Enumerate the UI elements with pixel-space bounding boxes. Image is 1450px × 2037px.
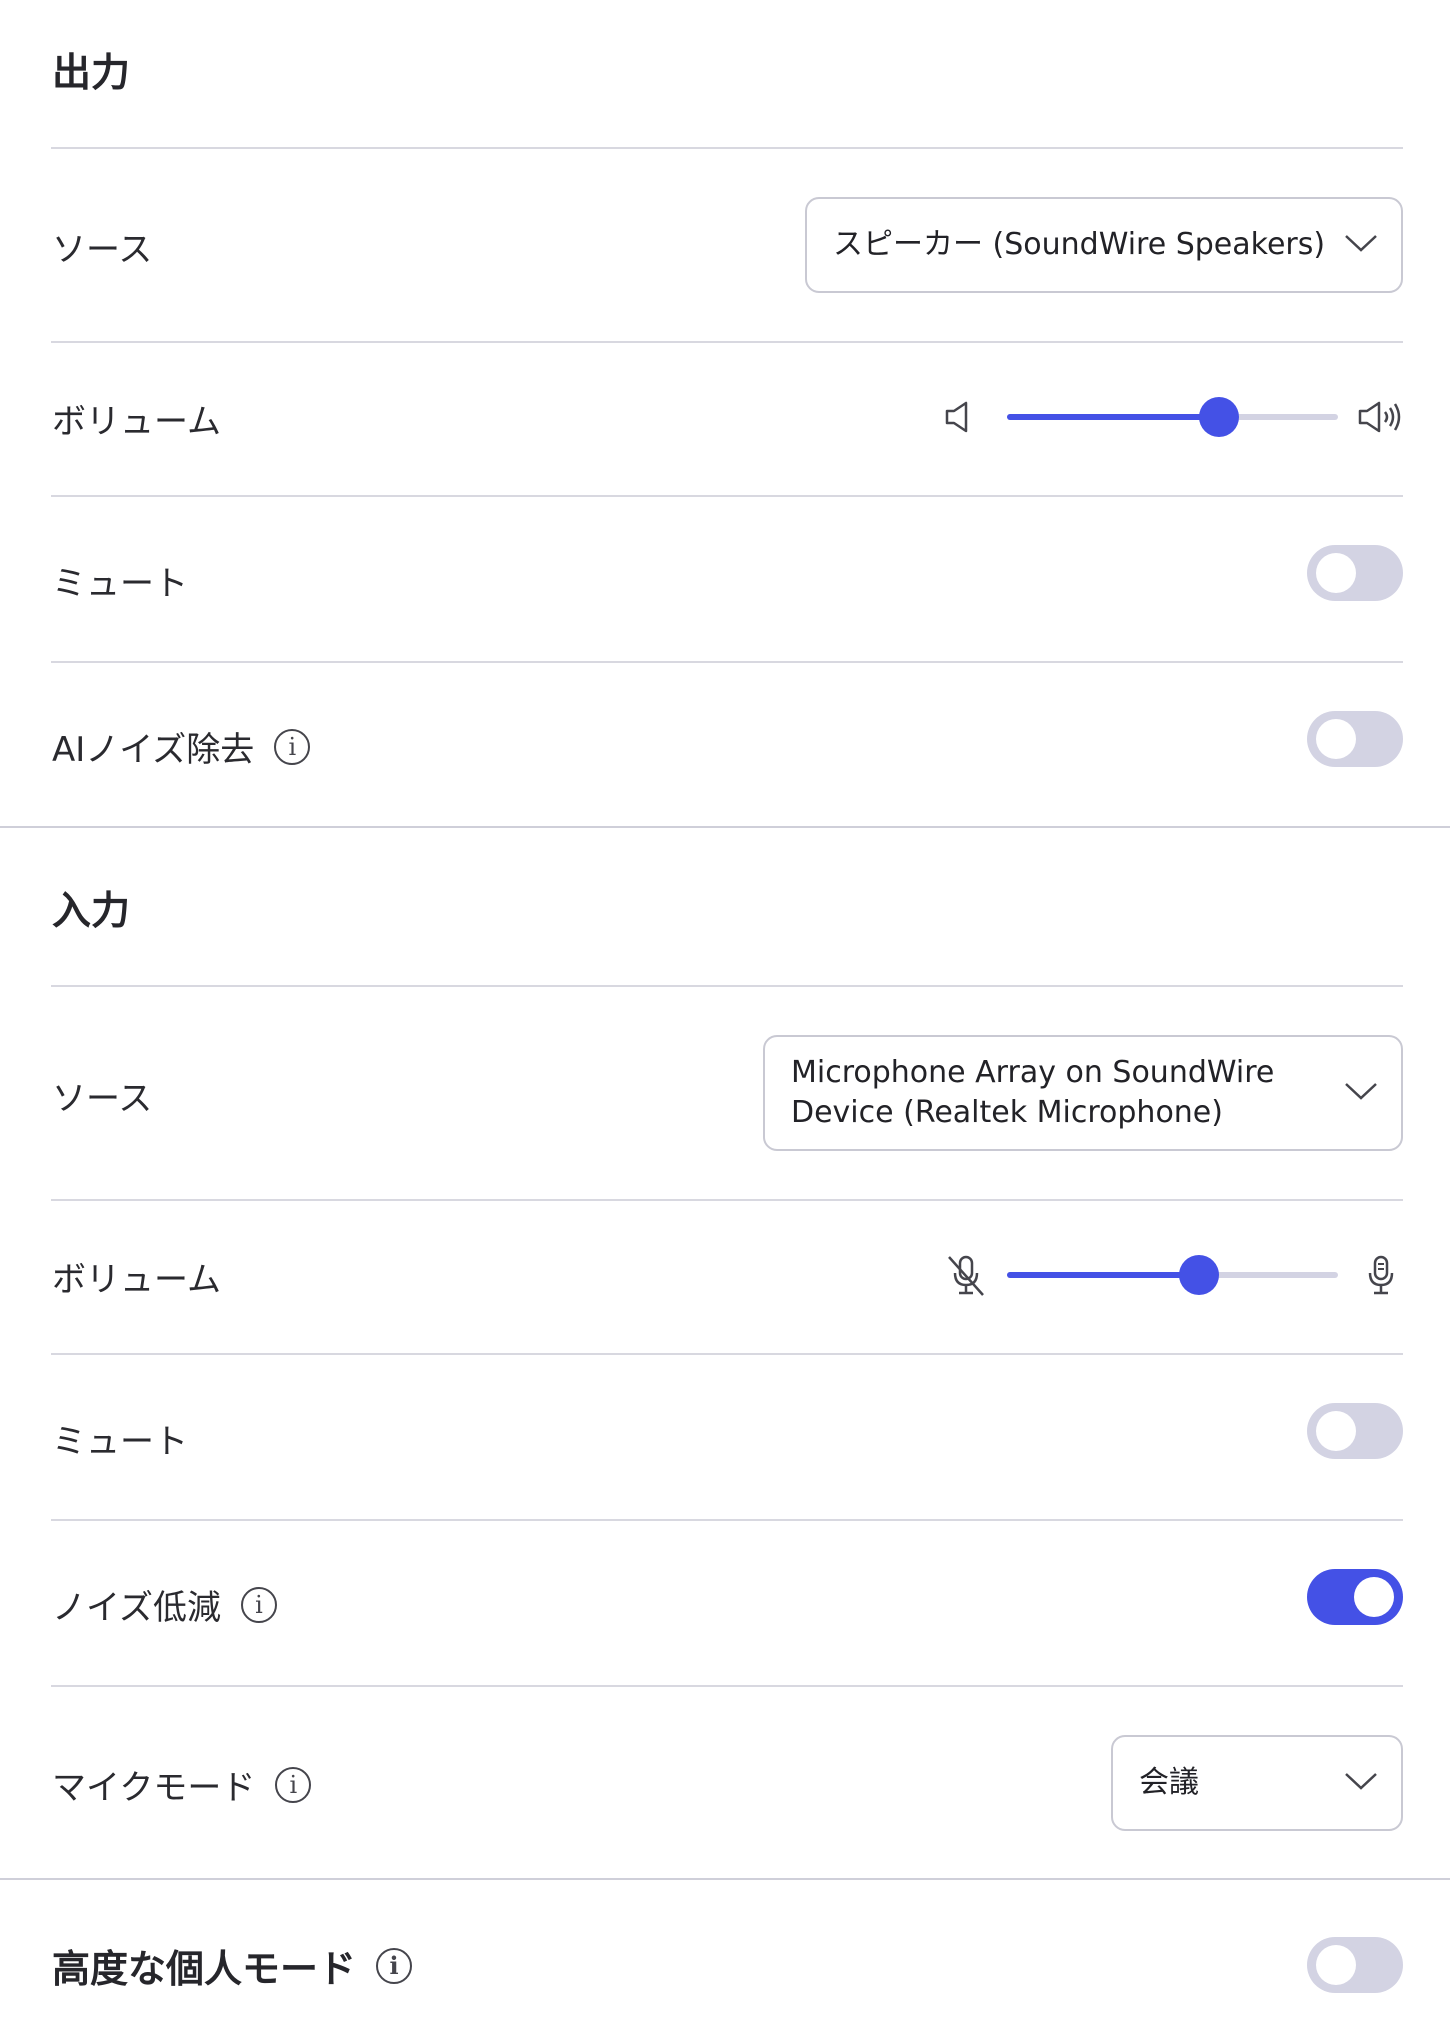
noise-reduction-row: ノイズ低減 i: [52, 1580, 277, 1629]
divider: [51, 1519, 1403, 1521]
chevron-down-icon: [1345, 235, 1377, 252]
divider: [51, 985, 1403, 987]
input-source-value: Microphone Array on SoundWire Device (Re…: [791, 1053, 1274, 1133]
input-heading: 入力: [52, 889, 131, 934]
mic-mode-select[interactable]: 会議: [1111, 1735, 1403, 1831]
ai-noise-toggle[interactable]: [1307, 711, 1403, 767]
mic-mode-label: マイクモード: [52, 1768, 256, 1808]
microphone-icon: [1368, 1255, 1394, 1295]
ai-noise-row: AIノイズ除去 i: [52, 722, 311, 771]
divider: [51, 147, 1403, 149]
divider: [51, 495, 1403, 497]
mic-mode-value: 会議: [1139, 1765, 1199, 1800]
mic-mode-row: マイクモード i: [52, 1760, 312, 1809]
toggle-knob: [1316, 553, 1356, 593]
output-mute-toggle[interactable]: [1307, 545, 1403, 601]
info-icon[interactable]: i: [274, 728, 311, 765]
input-source-value-line1: Microphone Array on SoundWire: [791, 1055, 1275, 1090]
output-mute-label: ミュート: [52, 564, 188, 604]
speaker-high-icon: [1358, 401, 1401, 433]
slider-fill: [1007, 414, 1219, 420]
output-heading: 出力: [52, 51, 131, 96]
divider: [51, 1199, 1403, 1201]
info-icon[interactable]: i: [240, 1586, 277, 1623]
divider: [51, 341, 1403, 343]
advanced-mode-toggle[interactable]: [1307, 1937, 1403, 1993]
output-source-value: スピーカー (SoundWire Speakers): [833, 227, 1326, 262]
noise-reduction-label: ノイズ低減: [52, 1588, 221, 1628]
divider: [51, 661, 1403, 663]
output-source-select[interactable]: スピーカー (SoundWire Speakers): [805, 197, 1403, 293]
slider-thumb[interactable]: [1199, 397, 1239, 437]
input-volume-label: ボリューム: [52, 1260, 221, 1300]
output-volume-label: ボリューム: [52, 402, 221, 442]
toggle-knob: [1316, 1411, 1356, 1451]
input-source-value-line2: Device (Realtek Microphone): [791, 1095, 1223, 1130]
ai-noise-label: AIノイズ除去: [52, 730, 255, 770]
info-icon[interactable]: i: [275, 1766, 312, 1803]
advanced-mode-label: 高度な個人モード: [52, 1947, 357, 1991]
speaker-low-icon: [945, 401, 968, 433]
noise-reduction-toggle[interactable]: [1307, 1569, 1403, 1625]
slider-thumb[interactable]: [1179, 1255, 1219, 1295]
divider: [51, 1353, 1403, 1355]
output-volume-slider[interactable]: [1007, 397, 1338, 437]
input-source-label: ソース: [52, 1079, 153, 1119]
advanced-row: 高度な個人モード i: [52, 1938, 413, 1993]
input-volume-slider[interactable]: [1007, 1255, 1338, 1295]
chevron-down-icon: [1345, 1083, 1377, 1100]
output-source-label: ソース: [52, 230, 153, 270]
input-source-select[interactable]: Microphone Array on SoundWire Device (Re…: [763, 1035, 1403, 1151]
input-mute-toggle[interactable]: [1307, 1403, 1403, 1459]
toggle-knob: [1316, 719, 1356, 759]
toggle-knob: [1354, 1577, 1394, 1617]
microphone-off-icon: [948, 1255, 984, 1296]
slider-fill: [1007, 1272, 1199, 1278]
section-divider: [0, 1878, 1450, 1880]
input-mute-label: ミュート: [52, 1422, 188, 1462]
divider: [51, 1685, 1403, 1687]
section-divider: [0, 826, 1450, 828]
toggle-knob: [1316, 1945, 1356, 1985]
chevron-down-icon: [1345, 1773, 1377, 1790]
info-icon[interactable]: i: [376, 1947, 413, 1984]
